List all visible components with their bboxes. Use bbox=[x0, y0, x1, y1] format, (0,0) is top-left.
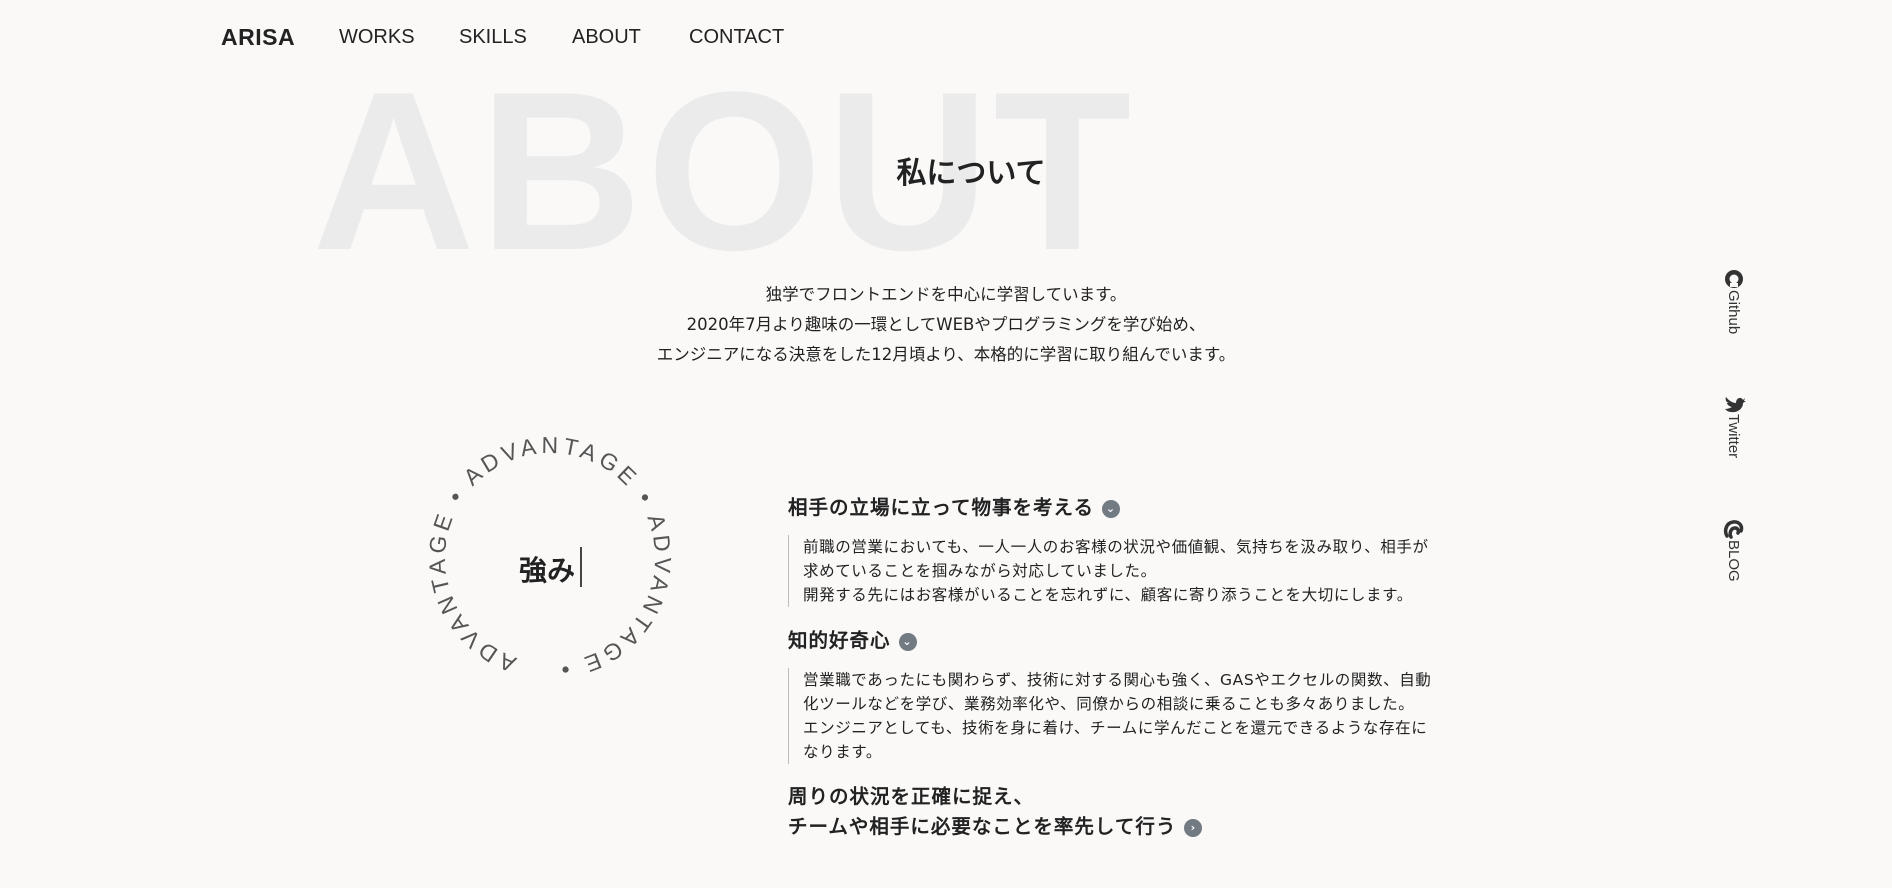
advantage-item-2-title[interactable]: 知的好奇心 ⌄ bbox=[788, 626, 917, 656]
social-label: BLOG bbox=[1725, 540, 1742, 582]
advantage-body-line: なります。 bbox=[803, 743, 882, 761]
advantage-item-1-body: 前職の営業においても、一人一人のお客様の状況や価値観、気持ちを汲み取り、相手が … bbox=[788, 535, 1493, 607]
social-link-github[interactable]: Github bbox=[1722, 268, 1746, 350]
github-icon bbox=[1725, 270, 1743, 288]
chevron-right-icon[interactable]: › bbox=[1184, 818, 1203, 837]
chevron-down-icon[interactable]: ⌄ bbox=[1101, 499, 1120, 518]
advantage-item-1-title[interactable]: 相手の立場に立って物事を考える ⌄ bbox=[788, 493, 1120, 523]
advantage-item-title: チームや相手に必要なことを率先して行う bbox=[788, 815, 1177, 838]
advantage-body-line: 開発する先にはお客様がいることを忘れずに、顧客に寄り添うことを大切にします。 bbox=[803, 586, 1413, 604]
text-cursor bbox=[580, 547, 582, 587]
advantage-item-3-title[interactable]: 周りの状況を正確に捉え、 チームや相手に必要なことを率先して行う › bbox=[788, 782, 1203, 842]
advantage-body-line: 前職の営業においても、一人一人のお客様の状況や価値観、気持ちを汲み取り、相手が bbox=[803, 538, 1429, 556]
about-intro: 独学でフロントエンドを中心に学習しています。 2020年7月より趣味の一環として… bbox=[0, 280, 1892, 370]
social-link-twitter[interactable]: Twitter bbox=[1722, 392, 1746, 474]
page-title: 私について bbox=[896, 156, 1046, 191]
social-label: Twitter bbox=[1725, 414, 1742, 459]
advantage-item-title: 知的好奇心 bbox=[788, 629, 891, 652]
advantage-body-line: 求めていることを掴みながら対応していました。 bbox=[803, 562, 1157, 580]
intro-line: 独学でフロントエンドを中心に学習しています。 bbox=[765, 285, 1127, 304]
site-logo[interactable]: ARISA bbox=[221, 24, 295, 51]
advantage-item-title: 周りの状況を正確に捉え、 bbox=[788, 785, 1035, 808]
advantage-body-line: 営業職であったにも関わらず、技術に対する関心も強く、GASやエクセルの関数、自動 bbox=[803, 671, 1432, 689]
advantage-item-title: 相手の立場に立って物事を考える bbox=[788, 496, 1094, 519]
chevron-down-icon[interactable]: ⌄ bbox=[898, 632, 917, 651]
blog-icon bbox=[1723, 520, 1744, 539]
intro-line: 2020年7月より趣味の一環としてWEBやプログラミングを学び始め、 bbox=[686, 315, 1206, 334]
social-link-blog[interactable]: BLOG bbox=[1722, 518, 1746, 592]
strength-label: 強み bbox=[519, 554, 576, 587]
advantage-item-2-body: 営業職であったにも関わらず、技術に対する関心も強く、GASやエクセルの関数、自動… bbox=[788, 668, 1493, 764]
intro-line: エンジニアになる決意をした12月頃より、本格的に学習に取り組んでいます。 bbox=[656, 345, 1236, 364]
advantage-body-line: エンジニアとしても、技術を身に着け、チームに学んだことを還元できるような存在に bbox=[803, 719, 1428, 737]
advantage-body-line: 化ツールなどを学び、業務効率化や、同僚からの相談に乗ることも多々ありました。 bbox=[803, 695, 1415, 713]
twitter-bird-icon bbox=[1725, 397, 1746, 413]
social-label: Github bbox=[1725, 290, 1742, 335]
